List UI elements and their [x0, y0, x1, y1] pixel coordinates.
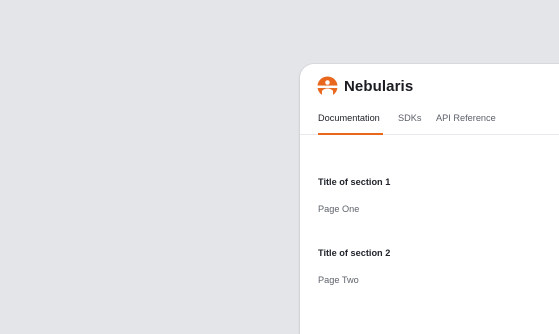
section-title-1: Title of section 1 [318, 177, 391, 187]
tab-sdks[interactable]: SDKs [398, 113, 422, 123]
tab-documentation[interactable]: Documentation [318, 113, 380, 123]
docs-panel: Nebularis Documentation SDKs API Referen… [300, 64, 559, 334]
docs-tabs: Documentation SDKs API Reference [300, 108, 559, 135]
page-link-one[interactable]: Page One [318, 204, 359, 214]
nebularis-logo-icon [317, 75, 338, 97]
page-link-two[interactable]: Page Two [318, 275, 359, 285]
section-title-2: Title of section 2 [318, 248, 391, 258]
active-tab-indicator [318, 133, 383, 135]
tab-api-reference[interactable]: API Reference [436, 113, 496, 123]
brand-name: Nebularis [344, 77, 414, 95]
brand-header: Nebularis [317, 75, 413, 97]
